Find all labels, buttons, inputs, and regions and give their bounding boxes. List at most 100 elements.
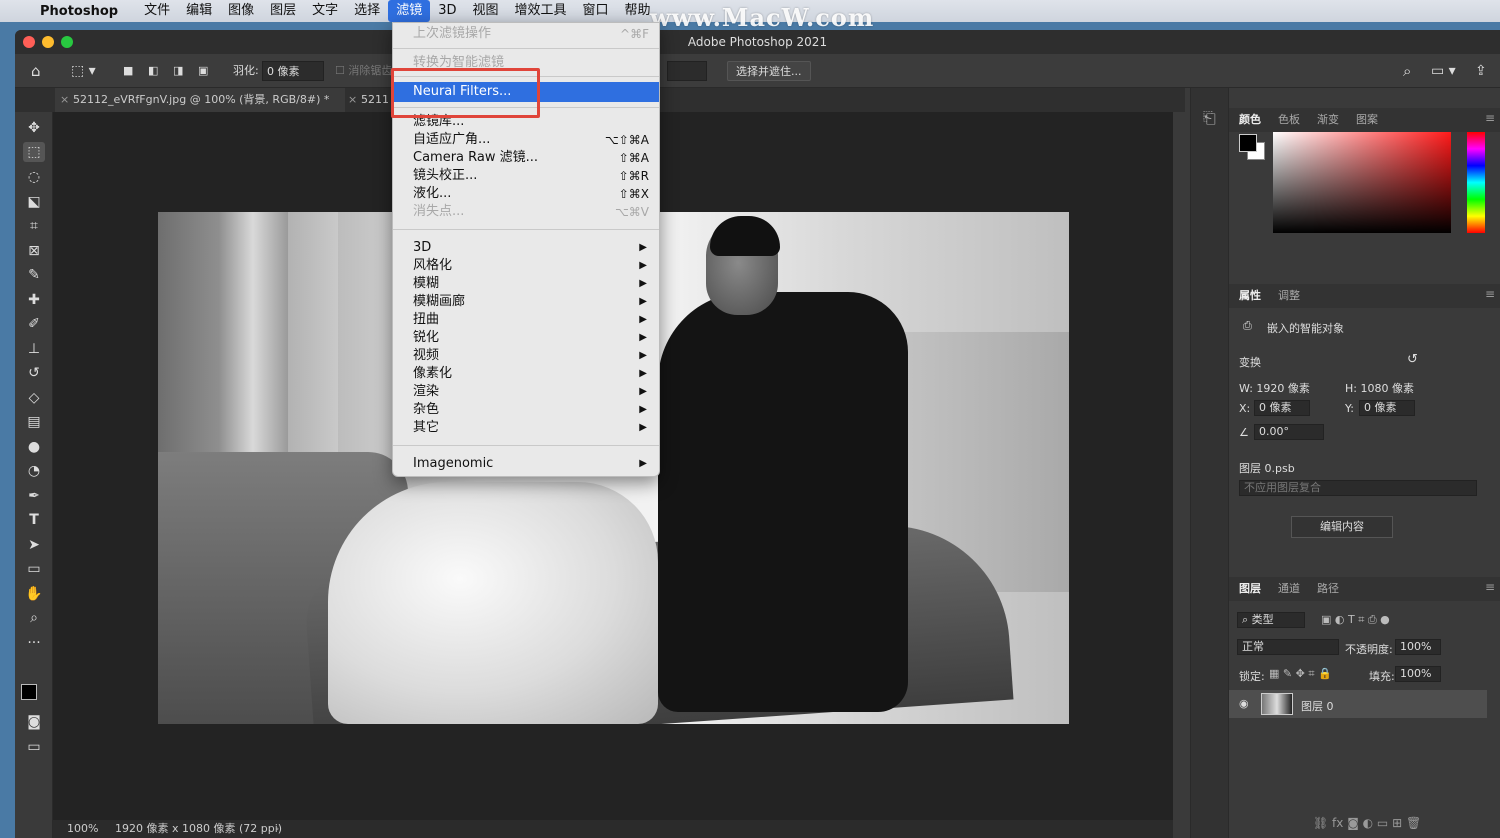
menu-window[interactable]: 窗口 [575,0,617,22]
tab-swatches[interactable]: 色板 [1278,108,1300,132]
history-brush-tool-icon[interactable]: ↺ [23,363,45,383]
layer-comp-select[interactable]: 不应用图层复合 [1239,480,1477,496]
subtract-selection-icon[interactable]: ◨ [173,61,183,81]
menu-lens-correction[interactable]: 镜头校正... ⇧⌘R [393,167,659,185]
menu-sub-stylize[interactable]: 风格化 ▶ [393,257,659,275]
add-selection-icon[interactable]: ◧ [148,61,158,81]
foreground-color-swatch[interactable] [21,684,37,700]
healing-brush-tool-icon[interactable]: ✚ [23,290,45,310]
marquee-tool-icon[interactable]: ⬚ [23,142,45,162]
hue-slider[interactable] [1467,132,1485,233]
new-selection-icon[interactable]: ■ [123,61,133,81]
menu-imagenomic[interactable]: Imagenomic ▶ [393,455,659,473]
lock-icons[interactable]: ▦ ✎ ✥ ⌗ 🔒 [1269,667,1332,681]
tab-layers[interactable]: 图层 [1239,577,1261,601]
menu-select[interactable]: 选择 [346,0,388,22]
move-tool-icon[interactable]: ✥ [23,118,45,138]
layer-row[interactable]: ◉ 图层 0 [1229,690,1487,718]
menu-layer[interactable]: 图层 [262,0,304,22]
hand-tool-icon[interactable]: ✋ [23,584,45,604]
frame-tool-icon[interactable]: ⊠ [23,241,45,261]
eraser-tool-icon[interactable]: ◇ [23,388,45,408]
tab-properties[interactable]: 属性 [1239,284,1261,308]
close-tab-icon[interactable]: × [60,88,69,112]
menu-sub-video[interactable]: 视频 ▶ [393,347,659,365]
menu-sub-sharpen[interactable]: 锐化 ▶ [393,329,659,347]
gradient-tool-icon[interactable]: ▤ [23,412,45,432]
zoom-level[interactable]: 100% [67,820,98,838]
tab-gradients[interactable]: 渐变 [1317,108,1339,132]
document-info[interactable]: 1920 像素 x 1080 像素 (72 ppi) [115,820,282,838]
type-tool-icon[interactable]: T [23,510,45,530]
object-select-tool-icon[interactable]: ⬕ [23,192,45,212]
menu-sub-3d[interactable]: 3D ▶ [393,239,659,257]
fill-input[interactable]: 100% [1395,666,1441,682]
rectangle-tool-icon[interactable]: ▭ [23,559,45,579]
height-input[interactable] [667,61,707,81]
menu-sub-blur-gallery[interactable]: 模糊画廊 ▶ [393,293,659,311]
close-tab-2-icon[interactable]: × [348,88,357,112]
menu-file[interactable]: 文件 [136,0,178,22]
tab-color[interactable]: 颜色 [1239,108,1261,132]
workspace-icon[interactable]: ▭ ▾ [1431,61,1456,81]
history-panel-icon[interactable]: ⎗ [1203,108,1216,128]
visibility-eye-icon[interactable]: ◉ [1239,697,1249,710]
path-select-tool-icon[interactable]: ➤ [23,535,45,555]
layer-filter-icons[interactable]: ▣ ◐ T ⌗ ⎙ ● [1321,613,1390,627]
tab-patterns[interactable]: 图案 [1356,108,1378,132]
home-icon[interactable]: ⌂ [31,61,41,81]
blur-tool-icon[interactable]: ● [23,437,45,457]
more-tools-icon[interactable]: ··· [23,633,45,653]
edit-contents-button[interactable]: 编辑内容 [1291,516,1393,538]
lasso-tool-icon[interactable]: ◌ [23,167,45,187]
zoom-tool-icon[interactable]: ⌕ [23,608,45,628]
tab-paths[interactable]: 路径 [1317,577,1339,601]
menu-sub-distort[interactable]: 扭曲 ▶ [393,311,659,329]
status-expand-icon[interactable]: › [275,820,279,838]
menu-sub-pixelate[interactable]: 像素化 ▶ [393,365,659,383]
screen-mode-icon[interactable]: ▭ [23,737,45,757]
menu-type[interactable]: 文字 [304,0,346,22]
marquee-preset-icon[interactable]: ⬚ ▾ [71,61,96,81]
angle-input[interactable]: 0.00° [1254,424,1324,440]
menu-sub-blur[interactable]: 模糊 ▶ [393,275,659,293]
pen-tool-icon[interactable]: ✒ [23,486,45,506]
menu-last-filter[interactable]: 上次滤镜操作 ^⌘F [393,25,659,43]
layers-panel-menu-icon[interactable]: ≡ [1485,580,1495,594]
menu-sub-render[interactable]: 渲染 ▶ [393,383,659,401]
color-field[interactable] [1273,132,1451,233]
menu-camera-raw[interactable]: Camera Raw 滤镜... ⇧⌘A [393,149,659,167]
app-menu[interactable]: Photoshop [40,4,118,19]
menu-filter[interactable]: 滤镜 [388,0,431,22]
y-input[interactable]: 0 像素 [1359,400,1415,416]
menu-image[interactable]: 图像 [220,0,262,22]
menu-edit[interactable]: 编辑 [178,0,220,22]
menu-3d[interactable]: 3D [430,0,464,22]
crop-tool-icon[interactable]: ⌗ [23,216,45,236]
menu-vanishing-point[interactable]: 消失点... ⌥⌘V [393,203,659,221]
quick-mask-icon[interactable]: ◙ [23,712,45,732]
layer-name[interactable]: 图层 0 [1301,698,1334,714]
reset-transform-icon[interactable]: ↺ [1407,352,1418,367]
opacity-input[interactable]: 100% [1395,639,1441,655]
properties-panel-menu-icon[interactable]: ≡ [1485,287,1495,301]
menu-liquify[interactable]: 液化... ⇧⌘X [393,185,659,203]
select-and-mask-button[interactable]: 选择并遮住... [727,61,811,81]
color-panel-menu-icon[interactable]: ≡ [1485,111,1495,125]
menu-sub-other[interactable]: 其它 ▶ [393,419,659,437]
stamp-tool-icon[interactable]: ⊥ [23,339,45,359]
panel-fg-swatch[interactable] [1239,134,1257,152]
tab-channels[interactable]: 通道 [1278,577,1300,601]
eyedropper-tool-icon[interactable]: ✎ [23,265,45,285]
menu-adaptive-wide-angle[interactable]: 自适应广角... ⌥⇧⌘A [393,131,659,149]
layer-filter-select[interactable]: ⌕ 类型 [1237,612,1305,628]
feather-input[interactable]: 0 像素 [262,61,324,81]
brush-tool-icon[interactable]: ✐ [23,314,45,334]
layer-footer-icons[interactable]: ⛓ fx ◙ ◐ ▭ ⊞ 🗑 [1313,816,1421,830]
dodge-tool-icon[interactable]: ◔ [23,461,45,481]
search-icon[interactable]: ⌕ [1403,61,1411,81]
intersect-selection-icon[interactable]: ▣ [198,61,208,81]
menu-sub-noise[interactable]: 杂色 ▶ [393,401,659,419]
menu-plugins[interactable]: 增效工具 [507,0,575,22]
antialias-checkbox[interactable]: ☐ 消除锯齿 [335,61,392,81]
